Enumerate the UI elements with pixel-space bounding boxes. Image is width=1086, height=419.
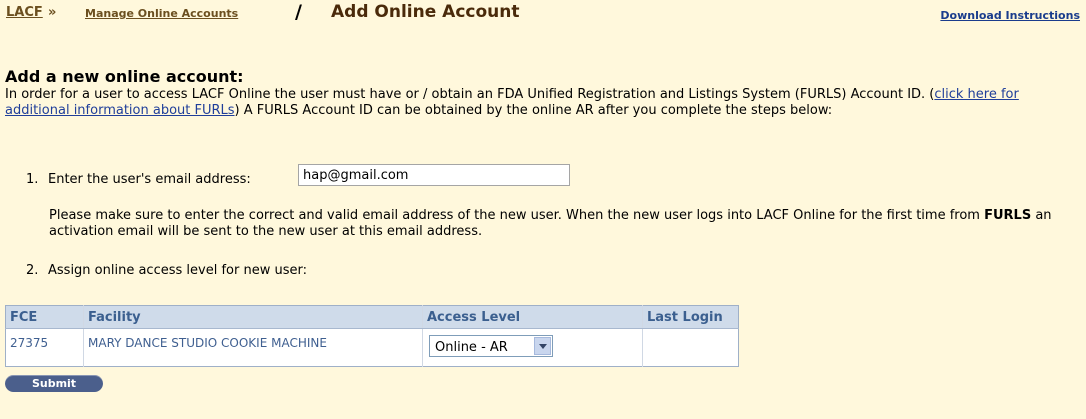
intro-paragraph: In order for a user to access LACF Onlin… <box>5 87 1075 119</box>
email-label: Enter the user's email address: <box>48 172 251 187</box>
breadcrumb-slash: / <box>295 1 302 23</box>
step-2-number: 2. <box>26 263 39 278</box>
column-header-last-login: Last Login <box>642 305 739 329</box>
page-title: Add Online Account <box>331 2 520 22</box>
intro-text-after: ) A FURLS Account ID can be obtained by … <box>234 103 833 118</box>
access-level-selected-value: Online - AR <box>435 340 508 355</box>
top-bar: LACF » Manage Online Accounts / Add Onli… <box>0 0 1086 28</box>
breadcrumb-lacf-link[interactable]: LACF <box>6 5 43 20</box>
email-note: Please make sure to enter the correct an… <box>49 208 1079 240</box>
download-instructions-link[interactable]: Download Instructions <box>940 9 1080 22</box>
access-level-select[interactable]: Online - AR <box>429 335 553 357</box>
cell-fce: 27375 <box>10 336 49 350</box>
cell-facility: MARY DANCE STUDIO COOKIE MACHINE <box>83 328 423 367</box>
chevron-down-icon[interactable] <box>534 337 551 355</box>
access-level-label: Assign online access level for new user: <box>48 263 307 278</box>
section-heading: Add a new online account: <box>5 67 244 86</box>
step-2: 2. Assign online access level for new use… <box>26 263 307 278</box>
column-header-fce: FCE <box>5 305 84 329</box>
column-header-facility: Facility <box>83 305 423 329</box>
table-header-row: FCE Facility Access Level Last Login <box>5 305 739 329</box>
step-1: 1. Enter the user's email address: <box>26 172 251 187</box>
cell-last-login <box>642 328 739 367</box>
breadcrumb-separator: » <box>48 5 57 20</box>
intro-text-before: In order for a user to access LACF Onlin… <box>5 87 935 102</box>
step-1-number: 1. <box>26 172 39 187</box>
column-header-access-level: Access Level <box>422 305 643 329</box>
note-text-before: Please make sure to enter the correct an… <box>49 208 985 223</box>
submit-button[interactable]: Submit <box>5 375 103 392</box>
breadcrumb-manage-accounts-link[interactable]: Manage Online Accounts <box>85 7 238 20</box>
facility-access-table: FCE Facility Access Level Last Login 273… <box>5 305 739 367</box>
email-input[interactable] <box>298 164 570 186</box>
table-row: 27375 MARY DANCE STUDIO COOKIE MACHINE O… <box>6 328 739 367</box>
cell-access-level: Online - AR <box>422 328 643 367</box>
note-furls-bold: FURLS <box>984 208 1032 223</box>
